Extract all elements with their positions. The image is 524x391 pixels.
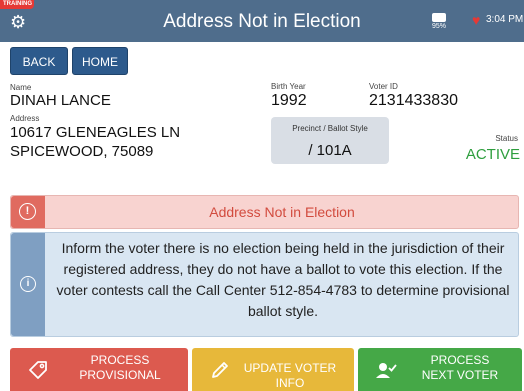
birth-year: 1992 <box>271 92 307 109</box>
process-provisional-button[interactable]: PROCESS PROVISIONAL <box>10 348 188 391</box>
process-next-voter-label: PROCESS NEXT VOTER <box>402 353 518 383</box>
back-button[interactable]: BACK <box>10 47 68 75</box>
precinct-label: Precinct / Ballot Style <box>292 124 368 133</box>
precinct-box: Precinct / Ballot Style / 101A <box>271 117 389 164</box>
battery-icon <box>432 13 446 22</box>
info-icon-panel: i <box>11 233 45 336</box>
status-label: Status <box>495 134 518 143</box>
precinct-value: / 101A <box>308 142 352 159</box>
heart-icon: ♥ <box>472 12 481 28</box>
voter-id-label: Voter ID <box>369 82 398 91</box>
top-bar: TRAINING ⚙ Address Not in Election 95% ♥… <box>0 0 524 42</box>
process-next-voter-line2: NEXT VOTER <box>421 368 499 382</box>
update-voter-info-button[interactable]: UPDATE VOTER INFO <box>192 348 354 391</box>
info-icon: i <box>20 276 36 292</box>
process-next-voter-button[interactable]: PROCESS NEXT VOTER <box>358 348 522 391</box>
process-provisional-line1: PROCESS <box>90 353 150 367</box>
home-button[interactable]: HOME <box>72 47 128 75</box>
address-label: Address <box>10 114 40 123</box>
exclamation-icon: ! <box>19 203 36 220</box>
status-badge: ACTIVE <box>465 146 520 163</box>
process-provisional-label: PROCESS PROVISIONAL <box>60 353 180 383</box>
info-panel: i Inform the voter there is no election … <box>10 232 519 337</box>
alert-banner: ! Address Not in Election <box>10 195 519 229</box>
address-line2: SPICEWOOD, 75089 <box>10 143 154 160</box>
voter-name: DINAH LANCE <box>10 92 111 109</box>
voter-id: 2131433830 <box>369 92 458 109</box>
clock: 3:04 PM <box>486 14 524 25</box>
user-check-icon <box>376 363 397 378</box>
birth-year-label: Birth Year <box>271 82 306 91</box>
alert-icon-panel: ! <box>11 196 45 228</box>
process-next-voter-line1: PROCESS <box>430 353 490 367</box>
tag-icon <box>29 361 47 379</box>
battery-percent: 95% <box>431 23 446 30</box>
pencil-icon <box>212 362 228 378</box>
update-voter-info-label: UPDATE VOTER INFO <box>243 361 337 390</box>
battery-indicator: 95% <box>428 13 450 31</box>
name-label: Name <box>10 83 32 92</box>
alert-text: Address Not in Election <box>209 204 355 220</box>
info-text: Inform the voter there is no election be… <box>56 240 510 319</box>
process-provisional-line2: PROVISIONAL <box>79 368 161 382</box>
address-line1: 10617 GLENEAGLES LN <box>10 124 181 141</box>
